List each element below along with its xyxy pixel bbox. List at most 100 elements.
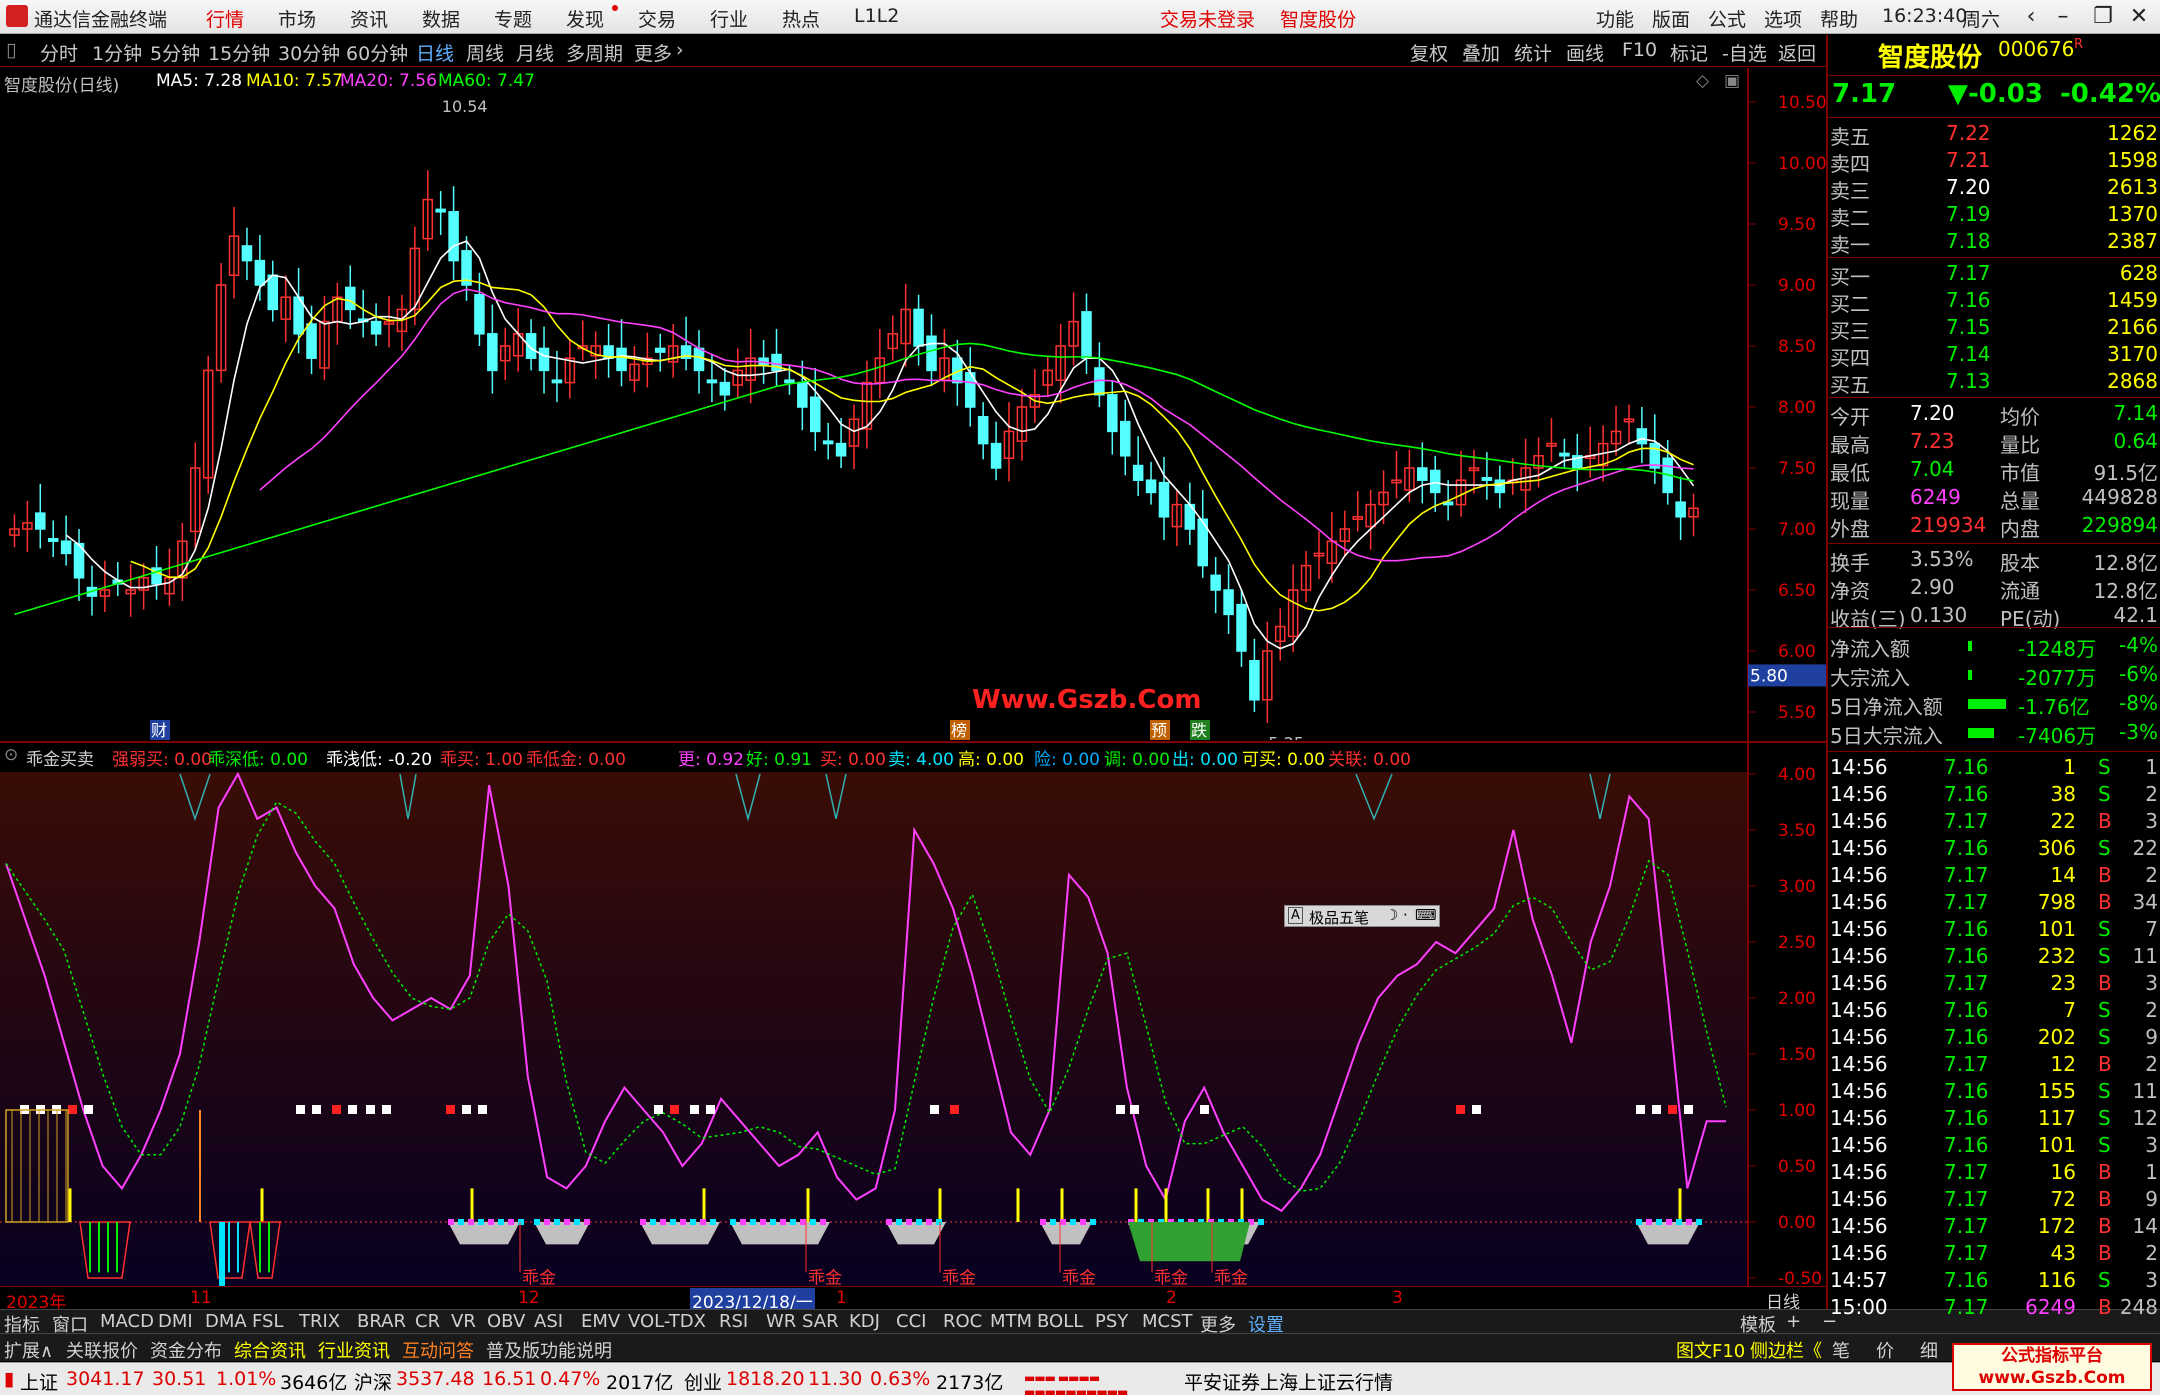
indicator-tab-7[interactable]: BRAR: [357, 1311, 406, 1332]
indicator-tab-22[interactable]: PSY: [1095, 1311, 1128, 1332]
sz-label[interactable]: 沪深: [354, 1368, 392, 1395]
side-tab-2[interactable]: 笔: [1832, 1337, 1850, 1363]
menu-faxian[interactable]: 发现: [566, 5, 604, 32]
indicator-tab-17[interactable]: KDJ: [849, 1311, 880, 1332]
indicator-tab-6[interactable]: TRIX: [299, 1311, 340, 1332]
ime-keyboard-icon[interactable]: ⌨: [1415, 906, 1437, 924]
indicator-tab-5[interactable]: FSL: [252, 1311, 284, 1332]
btn-fuquan[interactable]: 复权: [1410, 39, 1448, 66]
tf-daily[interactable]: 日线: [416, 39, 454, 66]
tf-5min[interactable]: 5分钟: [150, 39, 200, 66]
btn-biaoji[interactable]: 标记: [1670, 39, 1708, 66]
ime-a-icon[interactable]: A: [1288, 907, 1303, 924]
tf-15min[interactable]: 15分钟: [208, 39, 270, 66]
indicator-tab-3[interactable]: DMI: [158, 1311, 193, 1332]
btn-diejia[interactable]: 叠加: [1462, 39, 1500, 66]
guaijin-label: 乖金: [1214, 1269, 1248, 1286]
btn-f10[interactable]: F10: [1622, 39, 1657, 61]
indicator-toggle-icon[interactable]: ⊙: [4, 745, 18, 765]
indicator-tab-12[interactable]: EMV: [581, 1311, 620, 1332]
restore-icon[interactable]: ❐: [2088, 2, 2118, 32]
indicator-tab-13[interactable]: VOL-TDX: [628, 1311, 706, 1332]
kline-chart[interactable]: 10.50 10.00 9.50 9.00 8.50 8.00 7.50 7.00 6.50 6.…: [0, 68, 1826, 740]
diamond-icon[interactable]: ◇: [1696, 71, 1709, 91]
menu-shuju[interactable]: 数据: [422, 5, 460, 32]
tf-1min[interactable]: 1分钟: [92, 39, 142, 66]
side-tab-0[interactable]: 图文F10: [1676, 1337, 1745, 1363]
indicator-tab-2[interactable]: MACD: [100, 1311, 154, 1332]
menu-hangqing[interactable]: 行情: [206, 5, 244, 32]
indicator-tab-19[interactable]: ROC: [943, 1311, 982, 1332]
btn-fanhui[interactable]: 返回: [1778, 39, 1816, 66]
floating-ime-toolbar[interactable]: A 极品五笔 ☽ · ⌨: [1284, 905, 1440, 927]
zone-dot: [650, 1219, 656, 1225]
window-icon[interactable]: ▣: [1724, 71, 1740, 91]
tabs-right-1[interactable]: +: [1786, 1311, 1801, 1332]
cy-label[interactable]: 创业: [684, 1368, 722, 1395]
event-marker-label: 榜: [951, 721, 967, 740]
btn-huaxian[interactable]: 画线: [1566, 39, 1604, 66]
side-tab-3[interactable]: 价: [1876, 1337, 1894, 1363]
extension-tab-4[interactable]: 行业资讯: [318, 1337, 390, 1363]
side-tab-4[interactable]: 细: [1920, 1337, 1938, 1363]
indicator-tab-18[interactable]: CCI: [896, 1311, 926, 1332]
indicator-tab-4[interactable]: DMA: [205, 1311, 247, 1332]
trade-login-status[interactable]: 交易未登录: [1160, 5, 1255, 32]
indicator-tab-9[interactable]: VR: [451, 1311, 476, 1332]
indicator-tab-15[interactable]: WR: [766, 1311, 796, 1332]
menu-redian[interactable]: 热点: [782, 5, 820, 32]
tf-fenshi[interactable]: 分时: [40, 39, 78, 66]
tf-30min[interactable]: 30分钟: [278, 39, 340, 66]
menu-shichang[interactable]: 市场: [278, 5, 316, 32]
back-icon[interactable]: ‹: [2016, 2, 2046, 32]
btn-tongji[interactable]: 统计: [1514, 39, 1552, 66]
ime-dot-icon[interactable]: ·: [1403, 906, 1408, 924]
menu-jiaoyi[interactable]: 交易: [638, 5, 676, 32]
btn-zixuan[interactable]: -自选: [1722, 39, 1767, 66]
indicator-tab-14[interactable]: RSI: [719, 1311, 748, 1332]
tf-multi[interactable]: 多周期: [566, 39, 623, 66]
stat-label: 股本: [2000, 551, 2040, 575]
tf-60min[interactable]: 60分钟: [346, 39, 408, 66]
indicator-tab-11[interactable]: ASI: [534, 1311, 563, 1332]
indicator-tab-21[interactable]: BOLL: [1037, 1311, 1083, 1332]
ime-name: 极品五笔: [1309, 909, 1370, 927]
tick-side: B: [2098, 1160, 2112, 1184]
zone-dot: [1696, 1219, 1702, 1225]
menu-bangzhu[interactable]: 帮助: [1820, 5, 1858, 32]
date-tick: 2: [1166, 1288, 1177, 1308]
indicator-tab-23[interactable]: MCST: [1142, 1311, 1193, 1332]
minimize-icon[interactable]: –: [2048, 2, 2078, 32]
indicator-chart[interactable]: 4.00 3.50 3.00 2.50 2.00 1.50 1.00 0.50 0.00 -0.5…: [0, 740, 1826, 1286]
menu-zhuanti[interactable]: 专题: [494, 5, 532, 32]
extension-tab-2[interactable]: 资金分布: [150, 1337, 222, 1363]
extension-tab-5[interactable]: 互动问答: [402, 1337, 474, 1363]
extension-tab-3[interactable]: 综合资讯: [234, 1337, 306, 1363]
tf-monthly[interactable]: 月线: [516, 39, 554, 66]
panel-toggle-icon[interactable]: ▯: [6, 39, 16, 61]
close-icon[interactable]: ✕: [2124, 2, 2154, 32]
extension-tab-0[interactable]: 扩展∧: [4, 1337, 53, 1363]
stock-link[interactable]: 智度股份: [1280, 5, 1356, 32]
indicator-tab-20[interactable]: MTM: [990, 1311, 1032, 1332]
menu-banmian[interactable]: 版面: [1652, 5, 1690, 32]
tf-weekly[interactable]: 周线: [466, 39, 504, 66]
sh-label[interactable]: 上证: [20, 1368, 58, 1395]
menu-gongshi[interactable]: 公式: [1708, 5, 1746, 32]
tf-more[interactable]: 更多: [634, 39, 672, 66]
ime-moon-icon[interactable]: ☽: [1385, 906, 1398, 924]
menu-l1l2[interactable]: L1L2: [854, 5, 899, 27]
menu-xuanxiang[interactable]: 选项: [1764, 5, 1802, 32]
menu-hangye[interactable]: 行业: [710, 5, 748, 32]
side-tab-1[interactable]: 侧边栏《: [1750, 1337, 1822, 1363]
indicator-tab-16[interactable]: SAR: [802, 1311, 839, 1332]
indicator-tab-8[interactable]: CR: [415, 1311, 440, 1332]
menu-gongneng[interactable]: 功能: [1596, 5, 1634, 32]
broker-name[interactable]: 平安证券上海上证云行情: [1184, 1368, 1393, 1395]
bid-row: 买五 7.13 2868: [1828, 369, 2160, 397]
indicator-tab-10[interactable]: OBV: [487, 1311, 525, 1332]
menu-zixun[interactable]: 资讯: [350, 5, 388, 32]
zone-dot: [810, 1219, 816, 1225]
extension-tab-1[interactable]: 关联报价: [66, 1337, 138, 1363]
extension-tab-6[interactable]: 普及版功能说明: [486, 1337, 612, 1363]
